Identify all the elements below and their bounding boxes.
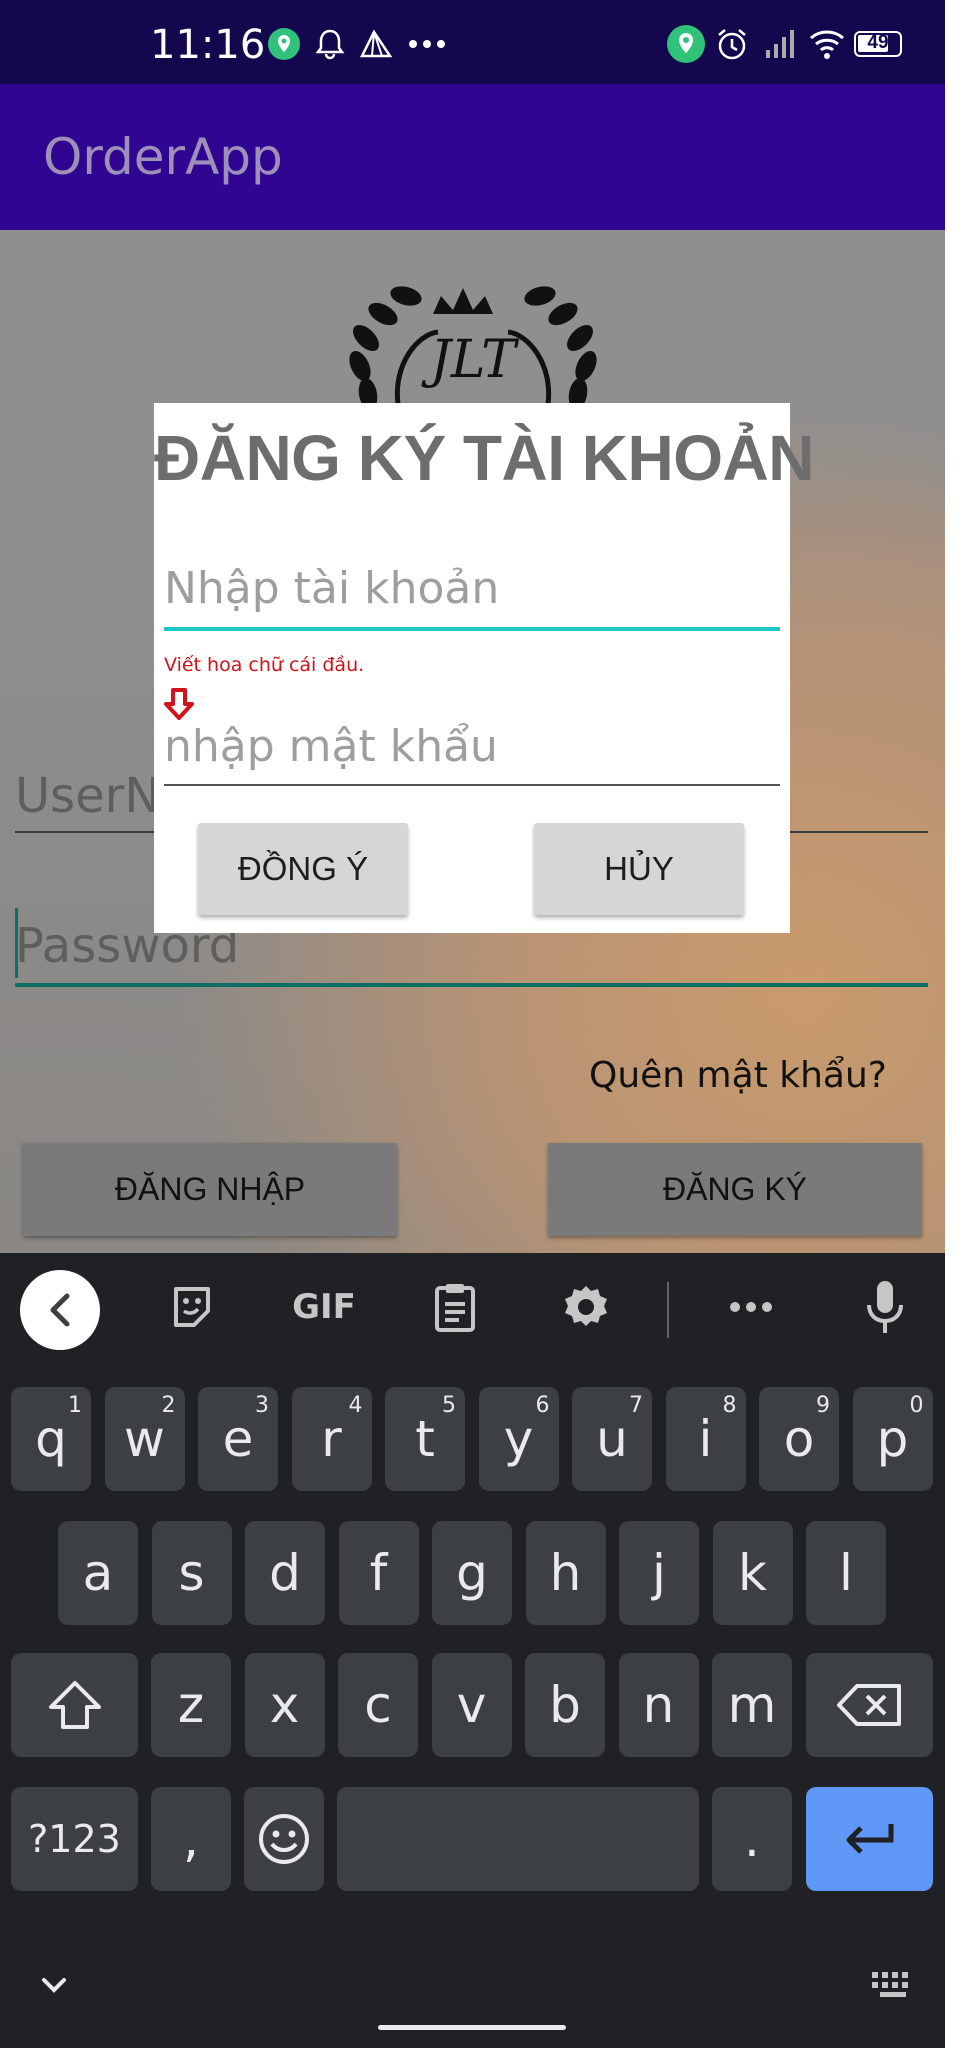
comma-key[interactable]: , <box>151 1787 231 1891</box>
password-underline-dialog <box>164 784 780 786</box>
back-chevron-icon[interactable] <box>20 1270 100 1350</box>
arrow-down-icon <box>164 688 194 720</box>
hint-text: Viết hoa chữ cái đầu. <box>164 654 365 676</box>
key-v[interactable]: v <box>431 1653 512 1757</box>
sticker-icon[interactable] <box>157 1272 227 1342</box>
account-underline <box>164 627 780 631</box>
toolbar-divider <box>667 1282 669 1338</box>
key-k[interactable]: k <box>712 1521 793 1625</box>
key-y[interactable]: y6 <box>478 1387 559 1491</box>
key-l[interactable]: l <box>806 1521 886 1625</box>
key-number-hint: 9 <box>816 1393 830 1418</box>
send-icon <box>358 26 394 62</box>
enter-key[interactable] <box>806 1787 933 1891</box>
key-c[interactable]: c <box>338 1653 418 1757</box>
ok-button[interactable]: ĐỒNG Ý <box>198 823 408 915</box>
emoji-key[interactable] <box>244 1787 324 1891</box>
key-r[interactable]: r4 <box>291 1387 372 1491</box>
key-a[interactable]: a <box>58 1521 138 1625</box>
settings-gear-icon[interactable] <box>551 1272 621 1342</box>
forgot-password-link[interactable]: Quên mật khẩu? <box>589 1055 887 1096</box>
cancel-button[interactable]: HỦY <box>534 823 744 915</box>
microphone-icon[interactable] <box>850 1272 920 1342</box>
key-number-hint: 3 <box>255 1393 269 1418</box>
key-f[interactable]: f <box>338 1521 419 1625</box>
clipboard-icon[interactable] <box>420 1272 490 1342</box>
key-label: e <box>222 1410 254 1468</box>
key-number-hint: 4 <box>348 1393 363 1418</box>
key-q[interactable]: q1 <box>11 1387 91 1491</box>
key-z[interactable]: z <box>151 1653 231 1757</box>
keyboard <box>0 1253 945 2048</box>
period-key[interactable]: . <box>712 1787 792 1891</box>
gif-button[interactable]: GIF <box>289 1272 359 1342</box>
status-time: 11:16 <box>150 22 266 68</box>
gesture-bar <box>378 2025 566 2030</box>
bell-icon <box>312 26 348 62</box>
password-underline <box>15 983 928 987</box>
key-label: y <box>503 1410 534 1468</box>
key-label: o <box>783 1410 815 1468</box>
key-number-hint: 0 <box>909 1393 924 1418</box>
key-label: i <box>698 1410 713 1468</box>
dialog-title: ĐĂNG KÝ TÀI KHOẢN <box>154 422 814 494</box>
key-w[interactable]: w2 <box>104 1387 185 1491</box>
key-h[interactable]: h <box>525 1521 606 1625</box>
key-n[interactable]: n <box>618 1653 699 1757</box>
battery-level: 49 <box>867 32 889 53</box>
key-o[interactable]: o9 <box>759 1387 839 1491</box>
key-label: t <box>415 1410 435 1468</box>
screen-edge <box>945 0 969 2048</box>
key-number-hint: 6 <box>535 1393 550 1418</box>
register-button[interactable]: ĐĂNG KÝ <box>548 1143 922 1236</box>
location-active-icon <box>666 24 706 64</box>
app-title: OrderApp <box>43 128 283 186</box>
status-bar: 11:16 49 <box>0 0 945 84</box>
wifi-icon <box>808 26 844 62</box>
location-icon <box>266 26 302 62</box>
key-number-hint: 7 <box>629 1393 643 1418</box>
key-j[interactable]: j <box>619 1521 699 1625</box>
key-d[interactable]: d <box>245 1521 325 1625</box>
key-number-hint: 8 <box>722 1393 737 1418</box>
key-u[interactable]: u7 <box>572 1387 652 1491</box>
key-m[interactable]: m <box>712 1653 792 1757</box>
keyboard-switch-icon[interactable] <box>870 1970 916 2002</box>
key-i[interactable]: i8 <box>665 1387 746 1491</box>
space-key[interactable] <box>337 1787 699 1891</box>
more-horizontal-icon[interactable] <box>716 1272 786 1342</box>
login-button[interactable]: ĐĂNG NHẬP <box>23 1143 397 1236</box>
logo: JLT <box>318 254 628 410</box>
signal-icon <box>762 26 798 62</box>
key-number-hint: 2 <box>161 1393 176 1418</box>
battery-icon: 49 <box>854 31 902 57</box>
key-label: p <box>876 1410 909 1468</box>
key-number-hint: 5 <box>442 1393 456 1418</box>
register-dialog: ĐĂNG KÝ TÀI KHOẢN Nhập tài khoản Viết ho… <box>154 403 814 933</box>
logo-text: JLT <box>430 330 516 390</box>
key-label: w <box>124 1410 165 1468</box>
account-input[interactable]: Nhập tài khoản <box>164 563 499 614</box>
key-e[interactable]: e3 <box>198 1387 278 1491</box>
key-g[interactable]: g <box>432 1521 512 1625</box>
key-number-hint: 1 <box>68 1393 82 1418</box>
key-t[interactable]: t5 <box>385 1387 465 1491</box>
key-p[interactable]: p0 <box>852 1387 933 1491</box>
key-label: u <box>596 1410 628 1468</box>
key-x[interactable]: x <box>244 1653 325 1757</box>
key-b[interactable]: b <box>525 1653 605 1757</box>
alarm-icon <box>714 26 750 62</box>
key-label: r <box>321 1410 342 1468</box>
shift-key[interactable] <box>11 1653 138 1757</box>
hide-keyboard-chevron-icon[interactable] <box>34 1970 74 2000</box>
password-input-dialog[interactable]: nhập mật khẩu <box>164 721 498 772</box>
backspace-key[interactable] <box>806 1653 933 1757</box>
more-icon <box>407 26 445 62</box>
symbols-key[interactable]: ?123 <box>11 1787 138 1891</box>
key-s[interactable]: s <box>151 1521 232 1625</box>
key-label: q <box>35 1410 67 1468</box>
